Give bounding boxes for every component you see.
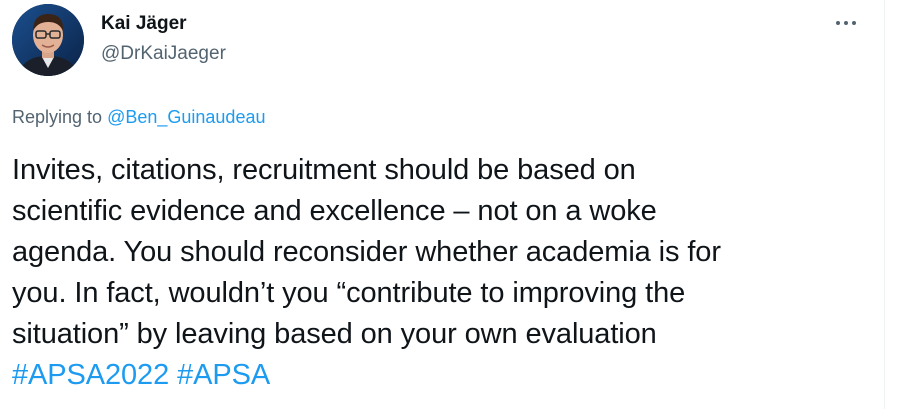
author-name[interactable]: Kai Jäger: [101, 12, 187, 36]
hashtag-link[interactable]: #APSA: [177, 359, 270, 391]
tweet-text-line: you. In fact, wouldn’t you “contribute t…: [12, 277, 686, 309]
hashtag-link[interactable]: #APSA2022: [12, 359, 169, 391]
reply-context: Replying to @Ben_Guinaudeau: [12, 106, 265, 128]
author-handle[interactable]: @DrKaiJaeger: [101, 42, 226, 66]
timeline-divider: [884, 0, 885, 409]
tweet-text-line: agenda. You should reconsider whether ac…: [12, 236, 721, 268]
more-options-button[interactable]: [826, 10, 866, 36]
more-horizontal-icon: [844, 21, 848, 25]
tweet-text-line: scientific evidence and excellence – not…: [12, 195, 657, 227]
more-horizontal-icon: [836, 21, 840, 25]
hashtag-line: #APSA2022 #APSA: [12, 355, 874, 396]
reply-mention-link[interactable]: @Ben_Guinaudeau: [107, 107, 265, 127]
tweet-text-line: Invites, citations, recruitment should b…: [12, 154, 636, 186]
profile-photo: [12, 4, 84, 76]
avatar[interactable]: [12, 4, 84, 76]
more-horizontal-icon: [852, 21, 856, 25]
reply-prefix: Replying to: [12, 107, 103, 127]
tweet-text: Invites, citations, recruitment should b…: [12, 150, 874, 396]
tweet-card: Kai Jäger @DrKaiJaeger Replying to @Ben_…: [0, 0, 884, 409]
tweet-text-line: situation” by leaving based on your own …: [12, 318, 657, 350]
